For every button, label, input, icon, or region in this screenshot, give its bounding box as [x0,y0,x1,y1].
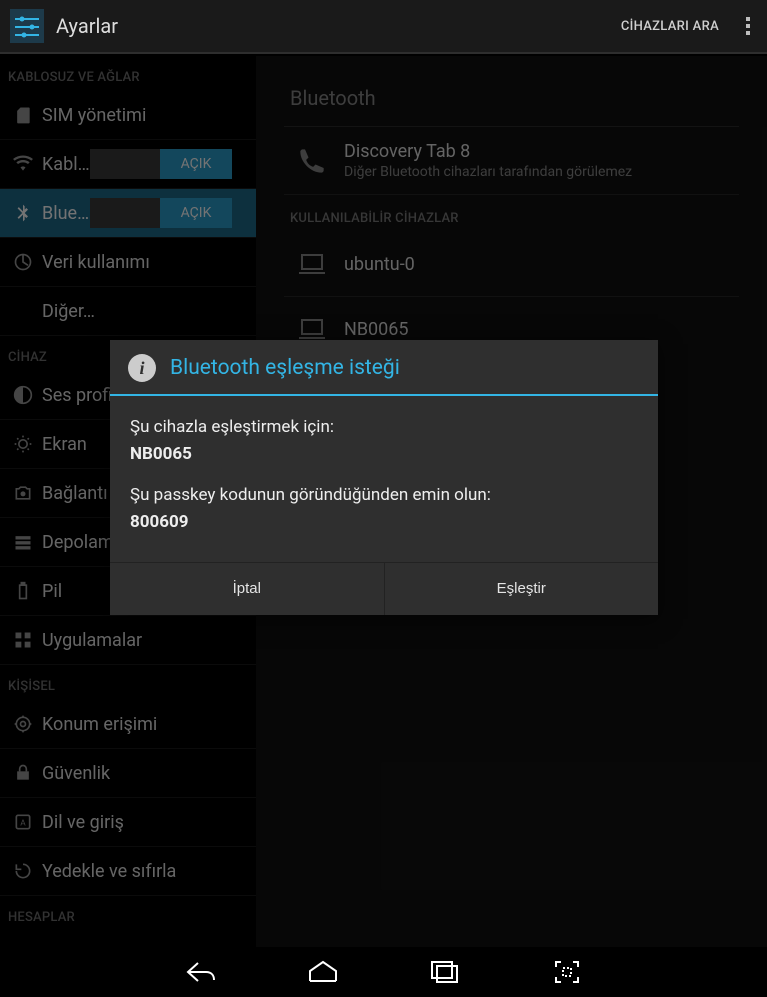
passkey-value: 800609 [130,512,189,532]
home-button[interactable] [299,956,347,988]
cancel-button[interactable]: İptal [110,563,384,615]
page-title: Ayarlar [56,14,621,38]
action-bar: Ayarlar CİHAZLARI ARA [0,0,767,54]
passkey-label: Şu passkey kodunun göründüğünden emin ol… [130,484,638,507]
pair-device-name: NB0065 [130,444,192,464]
pair-button[interactable]: Eşleştir [384,563,659,615]
bluetooth-pairing-dialog: i Bluetooth eşleşme isteği Şu cihazla eş… [110,340,658,615]
dialog-button-bar: İptal Eşleştir [110,563,658,615]
dialog-title-bar: i Bluetooth eşleşme isteği [110,340,658,396]
pair-with-label: Şu cihazla eşleştirmek için: [130,416,638,439]
back-button[interactable] [177,956,225,988]
overflow-menu-icon[interactable] [737,11,759,41]
scan-devices-action[interactable]: CİHAZLARI ARA [621,19,719,34]
settings-app-icon [8,7,46,45]
info-icon: i [128,354,156,382]
recents-button[interactable] [421,956,469,988]
screenshot-button[interactable] [543,956,591,988]
system-navbar [0,947,767,997]
dialog-title: Bluetooth eşleşme isteği [170,356,400,380]
dialog-body: Şu cihazla eşleştirmek için: NB0065 Şu p… [110,396,658,563]
